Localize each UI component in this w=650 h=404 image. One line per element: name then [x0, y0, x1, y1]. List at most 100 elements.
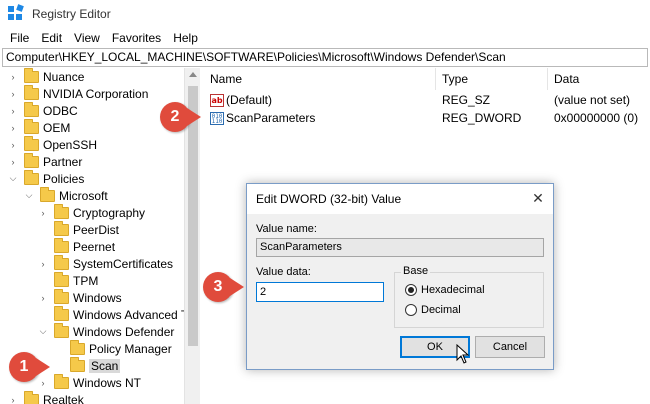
chevron-right-icon[interactable]: › [8, 395, 18, 404]
chevron-right-icon[interactable]: › [38, 208, 48, 218]
callout-badge-3: 3 [203, 272, 233, 302]
folder-icon [54, 271, 69, 287]
close-icon[interactable]: ✕ [531, 191, 545, 205]
tree-item-label: Partner [43, 154, 83, 169]
chevron-right-icon[interactable] [38, 310, 48, 320]
tree-item-nuance[interactable]: › Nuance [8, 68, 84, 85]
callout-badge-1: 1 [9, 352, 39, 382]
folder-icon [24, 390, 39, 404]
base-group: Base Hexadecimal Decimal [394, 265, 544, 328]
value-row-scanparameters[interactable]: 010 110 ScanParameters REG_DWORD 0x000000… [204, 109, 648, 127]
chevron-right-icon[interactable] [54, 344, 64, 354]
value-data: (value not set) [554, 93, 631, 107]
tree-item-windows-defender[interactable]: ⌵ Windows Defender [38, 322, 175, 340]
value-data-label: Value data: [256, 266, 311, 278]
chevron-right-icon[interactable]: › [8, 106, 18, 116]
tree-item-policies[interactable]: ⌵ Policies [8, 169, 84, 187]
chevron-right-icon[interactable] [38, 276, 48, 286]
chevron-down-icon[interactable]: ⌵ [8, 173, 18, 184]
tree-item-label: PeerDist [73, 222, 120, 237]
tree-item-label: Peernet [73, 239, 116, 254]
tree-item-windows[interactable]: › Windows [38, 288, 122, 306]
value-name-label: Value name: [256, 223, 317, 235]
tree-item-label: OpenSSH [43, 137, 98, 152]
tree-item-label: Windows [73, 290, 122, 305]
tree-item-realtek[interactable]: › Realtek [8, 390, 84, 404]
tree-item-odbc[interactable]: › ODBC [8, 101, 78, 119]
registry-editor-icon [8, 4, 24, 22]
chevron-right-icon[interactable]: › [8, 157, 18, 167]
tree-item-label: Nuance [43, 69, 85, 84]
tree-item-cryptography[interactable]: › Cryptography [38, 203, 146, 221]
chevron-down-icon[interactable]: ⌵ [24, 190, 34, 201]
scroll-up-icon[interactable] [189, 72, 197, 77]
value-data: 0x00000000 (0) [554, 111, 639, 125]
tree-item-windows-nt[interactable]: › Windows NT [38, 373, 142, 391]
chevron-right-icon[interactable]: › [38, 293, 48, 303]
tree-item-tpm[interactable]: TPM [38, 271, 99, 289]
menu-file[interactable]: File [4, 31, 35, 45]
chevron-right-icon[interactable] [38, 242, 48, 252]
radio-label: Decimal [421, 304, 461, 316]
tree-item-microsoft[interactable]: ⌵ Microsoft [24, 186, 108, 204]
tree-item-peerdist[interactable]: PeerDist [38, 220, 120, 238]
chevron-right-icon[interactable]: › [8, 72, 18, 82]
chevron-down-icon[interactable]: ⌵ [38, 326, 48, 337]
chevron-right-icon[interactable]: › [8, 123, 18, 133]
tree-item-label: ODBC [43, 103, 78, 118]
chevron-right-icon[interactable]: › [8, 89, 18, 99]
tree-item-label: TPM [73, 273, 99, 288]
window-title: Registry Editor [32, 7, 111, 21]
tree-item-label: Windows NT [73, 375, 142, 390]
title-bar: Registry Editor [0, 0, 650, 28]
column-name[interactable]: Name [204, 68, 436, 90]
mouse-cursor-icon [456, 344, 470, 364]
chevron-right-icon[interactable]: › [38, 259, 48, 269]
cancel-button[interactable]: Cancel [475, 336, 545, 358]
radio-decimal[interactable]: Decimal [405, 304, 461, 316]
folder-icon [24, 68, 39, 83]
callout-pointer [187, 108, 201, 126]
radio-checked-icon[interactable] [405, 284, 417, 296]
tree-item-windows-advanced[interactable]: Windows Advanced Th [38, 305, 195, 323]
value-type: REG_SZ [442, 93, 491, 107]
tree-item-peernet[interactable]: Peernet [38, 237, 116, 255]
tree-item-openssh[interactable]: › OpenSSH [8, 135, 98, 153]
value-type: REG_DWORD [442, 111, 522, 125]
address-bar[interactable]: Computer\HKEY_LOCAL_MACHINE\SOFTWARE\Pol… [2, 48, 648, 67]
menu-edit[interactable]: Edit [35, 31, 68, 45]
folder-icon [24, 169, 39, 185]
radio-unchecked-icon[interactable] [405, 304, 417, 316]
tree-item-systemcertificates[interactable]: › SystemCertificates [38, 254, 173, 272]
tree-item-oem[interactable]: › OEM [8, 118, 71, 136]
folder-icon [54, 203, 69, 219]
menu-help[interactable]: Help [167, 31, 204, 45]
tree-item-nvidia[interactable]: › NVIDIA Corporation [8, 84, 148, 102]
callout-badge-2: 2 [160, 102, 190, 132]
tree-item-label: Realtek [43, 392, 84, 404]
value-row-default[interactable]: ab (Default) REG_SZ (value not set) [204, 91, 648, 109]
value-name: ScanParameters [226, 111, 316, 125]
column-data[interactable]: Data [548, 68, 648, 90]
tree-item-label: OEM [43, 120, 71, 135]
folder-icon [70, 356, 85, 372]
folder-icon [24, 152, 39, 168]
chevron-right-icon[interactable] [38, 225, 48, 235]
folder-icon [70, 339, 85, 355]
folder-icon [54, 220, 69, 236]
menu-view[interactable]: View [68, 31, 106, 45]
radio-hexadecimal[interactable]: Hexadecimal [405, 284, 485, 296]
tree-item-policy-manager[interactable]: Policy Manager [54, 339, 172, 357]
tree-item-label: Cryptography [73, 205, 146, 220]
tree-item-label: Windows Defender [73, 324, 175, 339]
value-data-input[interactable]: 2 [256, 282, 384, 302]
chevron-right-icon[interactable] [54, 361, 64, 371]
edit-dword-dialog: Edit DWORD (32-bit) Value ✕ Value name: … [246, 183, 554, 370]
tree-item-scan[interactable]: Scan [54, 356, 121, 374]
chevron-right-icon[interactable]: › [38, 378, 48, 388]
tree-item-label: Scan [89, 358, 121, 373]
chevron-right-icon[interactable]: › [8, 140, 18, 150]
column-type[interactable]: Type [436, 68, 548, 90]
menu-favorites[interactable]: Favorites [106, 31, 167, 45]
tree-item-partner[interactable]: › Partner [8, 152, 83, 170]
